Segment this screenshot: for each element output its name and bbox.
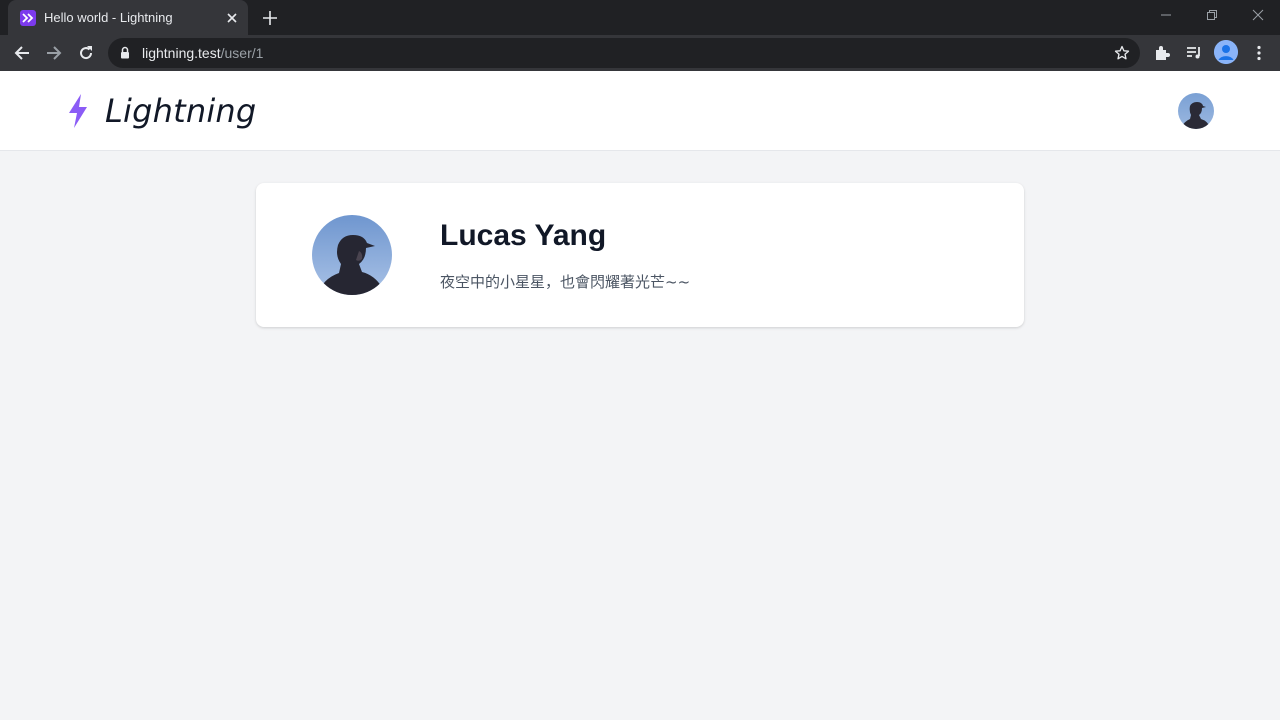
browser-toolbar: lightning.test/user/1 bbox=[0, 35, 1280, 71]
lock-icon[interactable] bbox=[120, 46, 130, 64]
minimize-icon[interactable] bbox=[1142, 0, 1188, 30]
url-path: /user/1 bbox=[220, 45, 264, 61]
back-icon[interactable] bbox=[8, 39, 36, 67]
close-window-icon[interactable] bbox=[1234, 0, 1280, 30]
media-icon[interactable] bbox=[1180, 39, 1208, 67]
lightning-bolt-icon bbox=[69, 94, 87, 128]
brand-link[interactable]: Lightning bbox=[64, 91, 256, 131]
tab-strip: Hello world - Lightning bbox=[0, 0, 1280, 35]
profile-card: Lucas Yang 夜空中的小星星，也會閃耀著光芒~~ bbox=[256, 183, 1024, 327]
restore-icon[interactable] bbox=[1188, 0, 1234, 30]
close-icon[interactable] bbox=[222, 8, 242, 28]
url-host: lightning.test bbox=[142, 45, 221, 61]
site-header: Lightning bbox=[0, 71, 1280, 151]
star-icon[interactable] bbox=[1114, 45, 1130, 66]
forward-icon[interactable] bbox=[40, 39, 68, 67]
profile-icon[interactable] bbox=[1214, 40, 1238, 64]
url-text[interactable]: lightning.test/user/1 bbox=[142, 45, 263, 61]
tab-title: Hello world - Lightning bbox=[44, 10, 173, 25]
profile-avatar bbox=[312, 215, 392, 295]
tab-favicon-icon bbox=[20, 10, 36, 26]
user-avatar-button[interactable] bbox=[1178, 93, 1214, 129]
brand-name: Lightning bbox=[105, 92, 257, 130]
avatar-image bbox=[1178, 93, 1214, 129]
extensions-icon[interactable] bbox=[1148, 39, 1176, 67]
address-bar[interactable]: lightning.test/user/1 bbox=[108, 38, 1140, 68]
reload-icon[interactable] bbox=[72, 39, 100, 67]
new-tab-button[interactable] bbox=[259, 7, 281, 29]
user-bio: 夜空中的小星星，也會閃耀著光芒~~ bbox=[440, 273, 691, 291]
user-name: Lucas Yang bbox=[440, 219, 607, 252]
browser-tab[interactable]: Hello world - Lightning bbox=[8, 0, 248, 35]
more-icon[interactable] bbox=[1245, 39, 1273, 67]
